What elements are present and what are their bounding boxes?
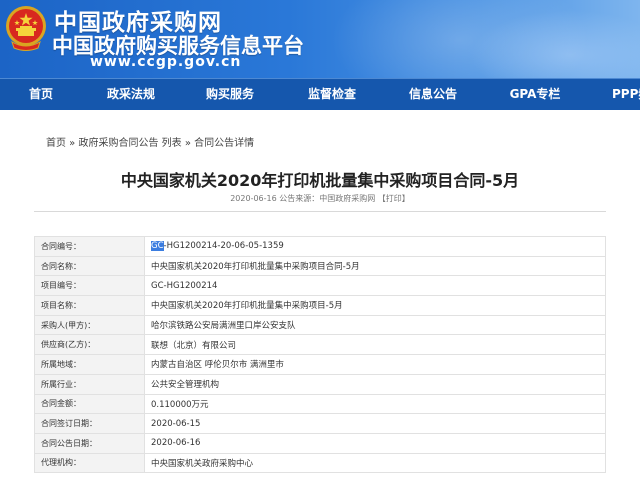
contract-name-value: 中央国家机关2020年打印机批量集中采购项目合同-5月 xyxy=(144,255,606,277)
agency-value: 中央国家机关政府采购中心 xyxy=(144,452,606,474)
project-name-label: 项目名称： xyxy=(34,295,145,316)
amount-label: 合同金额： xyxy=(34,393,145,415)
breadcrumb: 首页 » 政府采购合同公告 列表 » 合同公告详情 xyxy=(46,134,254,149)
page-title: 中央国家机关2020年打印机批量集中采购项目合同-5月 xyxy=(120,171,520,190)
agency-label: 代理机构： xyxy=(34,452,145,474)
table-row: 采购人(甲方)： 哈尔滨铁路公安局满洲里口岸公安支队 xyxy=(34,314,606,336)
site-banner: 中国政府采购网 中国政府购买服务信息平台 www.ccgp.gov.cn xyxy=(0,0,640,78)
region-value: 内蒙古自治区 呼伦贝尔市 满洲里市 xyxy=(144,354,606,375)
contract-name-label: 合同名称： xyxy=(34,255,145,277)
contract-number-value: GC-HG1200214-20-06-05-1359 xyxy=(144,236,606,257)
article-meta: 2020-06-16 公告来源：中国政府采购网 【打印】 xyxy=(230,194,410,203)
purchaser-value: 哈尔滨铁路公安局满洲里口岸公安支队 xyxy=(144,314,606,336)
table-row: 合同名称： 中央国家机关2020年打印机批量集中采购项目合同-5月 xyxy=(34,255,606,277)
nav-item-supervision[interactable]: 监督检查 xyxy=(299,79,365,111)
project-number-value: GC-HG1200214 xyxy=(144,275,606,297)
industry-value: 公共安全管理机构 xyxy=(144,373,606,395)
nav-item-gpa[interactable]: GPA专栏 xyxy=(502,79,568,111)
nav-item-purchase-services[interactable]: 购买服务 xyxy=(197,79,263,111)
supplier-value: 联想（北京）有限公司 xyxy=(144,334,606,356)
main-nav: 首页 政采法规 购买服务 监督检查 信息公告 GPA专栏 PPP频 xyxy=(0,78,640,110)
project-name-value: 中央国家机关2020年打印机批量集中采购项目-5月 xyxy=(144,295,606,316)
purchaser-label: 采购人(甲方)： xyxy=(34,314,145,336)
table-row: 项目名称： 中央国家机关2020年打印机批量集中采购项目-5月 xyxy=(34,295,606,316)
signing-date-value: 2020-06-15 xyxy=(144,413,606,434)
table-row: 代理机构： 中央国家机关政府采购中心 xyxy=(34,452,606,474)
nav-item-announcements[interactable]: 信息公告 xyxy=(400,79,466,111)
table-row: 所属行业： 公共安全管理机构 xyxy=(34,373,606,395)
contract-number-text: -HG1200214-20-06-05-1359 xyxy=(163,241,284,252)
divider xyxy=(34,211,606,212)
project-number-label: 项目编号： xyxy=(34,275,145,297)
breadcrumb-home[interactable]: 首页 xyxy=(46,138,66,149)
supplier-label: 供应商(乙方)： xyxy=(34,334,145,356)
table-row: 供应商(乙方)： 联想（北京）有限公司 xyxy=(34,334,606,356)
region-label: 所属地域： xyxy=(34,354,145,375)
breadcrumb-list[interactable]: 政府采购合同公告 列表 xyxy=(78,138,181,149)
industry-label: 所属行业： xyxy=(34,373,145,395)
contract-number-label: 合同编号： xyxy=(34,236,145,257)
table-row: 合同公告日期： 2020-06-16 xyxy=(34,432,606,454)
breadcrumb-separator: » xyxy=(66,138,79,149)
selected-text: GC xyxy=(151,241,164,252)
announcement-date-label: 合同公告日期： xyxy=(34,432,145,454)
breadcrumb-current: 合同公告详情 xyxy=(194,138,255,149)
national-emblem-icon[interactable] xyxy=(4,4,48,54)
announcement-date-value: 2020-06-16 xyxy=(144,432,606,454)
nav-item-regulations[interactable]: 政采法规 xyxy=(98,79,164,111)
amount-value: 0.110000万元 xyxy=(144,393,606,415)
table-row: 项目编号： GC-HG1200214 xyxy=(34,275,606,297)
table-row: 所属地域： 内蒙古自治区 呼伦贝尔市 满洲里市 xyxy=(34,354,606,375)
table-row: 合同编号： GC-HG1200214-20-06-05-1359 xyxy=(34,236,606,257)
breadcrumb-separator: » xyxy=(181,138,195,149)
contract-info-table: 合同编号： GC-HG1200214-20-06-05-1359 合同名称： 中… xyxy=(34,236,606,474)
signing-date-label: 合同签订日期： xyxy=(34,413,145,434)
nav-item-ppp[interactable]: PPP频 xyxy=(604,79,640,111)
table-row: 合同金额： 0.110000万元 xyxy=(34,393,606,415)
nav-item-home[interactable]: 首页 xyxy=(14,79,68,111)
table-row: 合同签订日期： 2020-06-15 xyxy=(34,413,606,434)
banner-glow xyxy=(470,10,640,78)
site-url[interactable]: www.ccgp.gov.cn xyxy=(90,54,241,70)
